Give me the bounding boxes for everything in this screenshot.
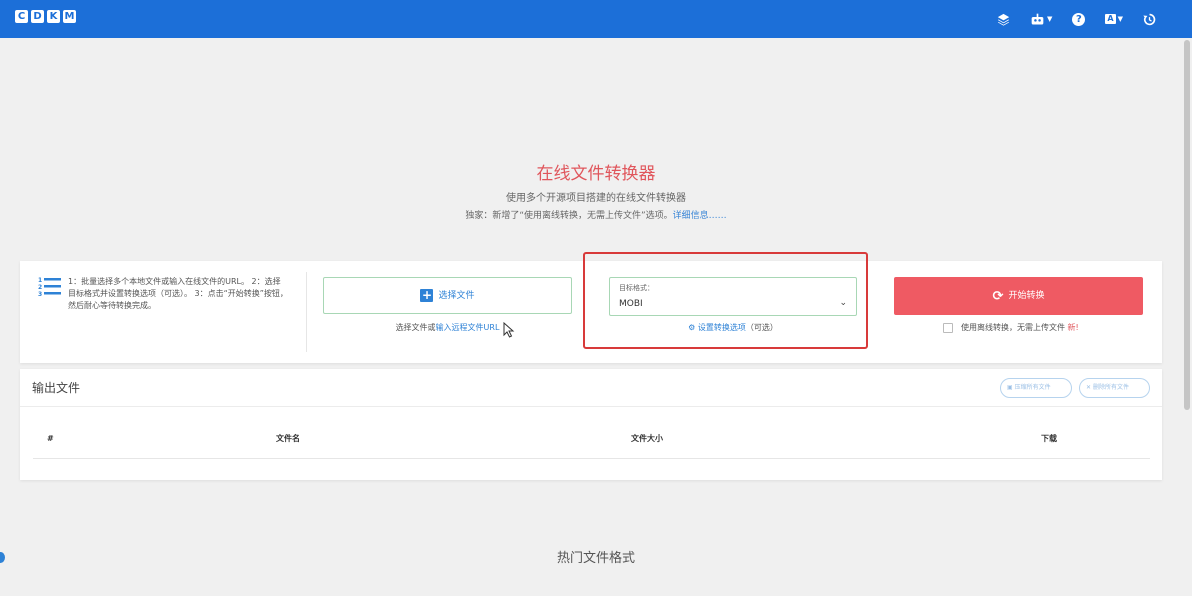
column-header-filesize: 文件大小 [631,434,663,443]
choose-file-button[interactable]: + 选择文件 [323,277,572,314]
chevron-down-icon: ⌄ [839,298,847,308]
numbered-list-icon: 123 [38,276,62,312]
top-navbar: C D K M ▼ ? A ▼ [0,0,1192,38]
offline-label-text: 使用离线转换，无需上传文件 [961,323,1065,332]
logo-letter-m: M [63,10,76,23]
robot-menu[interactable]: ▼ [1030,10,1052,28]
help-icon[interactable]: ? [1072,12,1086,26]
logo-letter-c: C [15,10,28,23]
robot-icon [1031,13,1044,24]
choose-hint-text: 选择文件或 [395,323,436,332]
steps-text: 1：批量选择多个本地文件或输入在线文件的URL。 2：选择目标格式并设置转换选项… [68,277,288,310]
popular-formats-heading: 热门文件格式 [556,551,635,566]
offline-label: 使用离线转换，无需上传文件 新! [961,322,1079,334]
page-subtitle: 使用多个开源项目搭建的在线文件转换器 [506,193,686,204]
plus-icon: + [420,288,434,302]
offline-checkbox[interactable] [943,323,953,333]
output-divider [20,406,1162,407]
language-icon: A [1105,14,1116,24]
zip-all-button[interactable]: ▣ 压缩所有文件 [1000,378,1072,398]
chevron-down-icon: ▼ [1117,15,1123,23]
target-format-select[interactable]: 目标格式： MOBI ⌄ [609,277,857,316]
history-icon[interactable] [1143,13,1156,26]
column-header-download: 下载 [1041,434,1057,443]
delete-all-button[interactable]: ✕ 删除所有文件 [1079,378,1150,398]
page-title: 在线文件转换器 [536,164,656,184]
svg-text:1: 1 [38,277,42,284]
exclusive-note: 独家：新增了“使用离线转换，无需上传文件”选项。详细信息…… [0,210,1192,223]
steps-instructions: 123 1：批量选择多个本地文件或输入在线文件的URL。 2：选择目标格式并设置… [38,276,288,312]
remote-url-link[interactable]: 输入远程文件URL [436,323,500,332]
settings-optional: （可选） [745,323,778,332]
panel-divider [306,272,307,352]
layers-icon[interactable] [997,13,1010,26]
zip-all-label: 压缩所有文件 [1014,384,1051,391]
start-conversion-label: 开始转换 [1008,291,1045,301]
column-header-filename: 文件名 [276,434,300,443]
close-icon: ✕ [1086,384,1092,391]
exclusive-note-text: 独家：新增了“使用离线转换，无需上传文件”选项。 [465,211,673,221]
site-logo[interactable]: C D K M [15,10,76,23]
logo-letter-k: K [47,10,60,23]
logo-letter-d: D [31,10,44,23]
choose-file-label: 选择文件 [438,290,475,301]
svg-text:2: 2 [38,284,42,291]
page-scrollbar[interactable] [1184,40,1190,410]
output-panel [20,369,1162,480]
start-conversion-button[interactable]: ⟳ 开始转换 [894,277,1143,315]
output-title: 输出文件 [32,381,81,395]
details-link[interactable]: 详细信息…… [673,211,727,221]
choose-file-hint: 选择文件或输入远程文件URL [323,322,572,334]
gear-icon[interactable]: ⚙ [688,323,695,332]
new-badge: 新! [1067,323,1079,332]
target-format-value: MOBI [619,299,643,309]
zip-icon: ▣ [1007,384,1013,391]
conversion-settings: ⚙ 设置转换选项（可选） [609,322,857,334]
language-menu[interactable]: A ▼ [1105,10,1123,28]
chevron-down-icon: ▼ [1047,15,1053,23]
table-divider [33,458,1150,459]
svg-text:3: 3 [38,291,42,298]
delete-all-label: 删除所有文件 [1093,384,1130,391]
refresh-icon: ⟳ [992,288,1004,304]
top-icons: ▼ ? A ▼ [997,10,1156,28]
conversion-settings-link[interactable]: 设置转换选项 [698,323,746,332]
target-format-label: 目标格式： [619,284,654,292]
mouse-cursor-icon [503,322,515,338]
offline-option: 使用离线转换，无需上传文件 新! [943,322,1079,334]
column-header-index: # [47,434,54,443]
